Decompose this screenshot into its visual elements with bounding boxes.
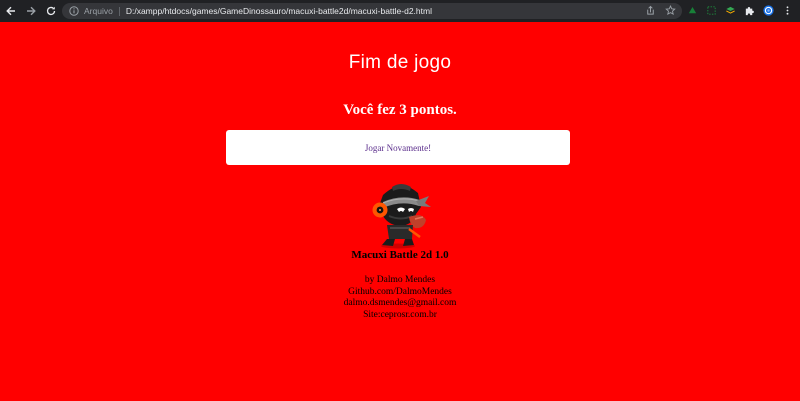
layers-extension-icon xyxy=(725,6,735,14)
credits-block: by Dalmo Mendes Github.com/DalmoMendes d… xyxy=(0,275,800,321)
extensions-button[interactable] xyxy=(743,4,755,17)
address-bar[interactable]: Arquivo D:/xampp/htdocs/games/GameDinoss… xyxy=(62,3,682,19)
credit-site: Site:ceprosr.com.br xyxy=(363,309,437,320)
arrow-left-icon xyxy=(6,6,15,16)
extension-button[interactable] xyxy=(705,4,717,17)
ninja-character-image xyxy=(372,184,431,249)
info-icon[interactable] xyxy=(69,6,79,16)
credit-author: by Dalmo Mendes xyxy=(364,275,436,285)
extensions-area xyxy=(686,4,793,17)
extension-button[interactable] xyxy=(686,4,698,17)
browser-toolbar: Arquivo D:/xampp/htdocs/games/GameDinoss… xyxy=(0,0,800,22)
reload-button[interactable] xyxy=(42,0,60,22)
arrow-right-icon xyxy=(27,6,36,16)
bookmark-star-icon[interactable] xyxy=(665,5,676,16)
dotted-square-extension-icon xyxy=(706,6,716,15)
extension-button[interactable] xyxy=(724,4,736,17)
scheme-label: Arquivo xyxy=(84,6,113,16)
game-over-heading: Fim de jogo xyxy=(348,52,452,73)
play-again-label: Jogar Novamente! xyxy=(364,142,432,153)
avatar-icon xyxy=(762,5,774,16)
credit-email: dalmo.dsmendes@gmail.com xyxy=(343,298,457,308)
credit-github: Github.com/DalmoMendes xyxy=(348,286,452,297)
forward-button[interactable] xyxy=(22,0,40,22)
reload-icon xyxy=(46,6,56,16)
url-text[interactable]: D:/xampp/htdocs/games/GameDinossauro/mac… xyxy=(126,6,432,16)
game-over-page: Fim de jogo Você fez 3 pontos. Jogar Nov… xyxy=(0,22,800,401)
address-divider xyxy=(118,6,120,16)
vertical-scrollbar[interactable] xyxy=(796,22,800,401)
game-title: Macuxi Battle 2d 1.0 xyxy=(351,249,449,261)
play-again-button[interactable]: Jogar Novamente! xyxy=(226,130,570,165)
share-icon[interactable] xyxy=(645,5,656,16)
triangle-extension-icon xyxy=(688,7,696,14)
profile-button[interactable] xyxy=(762,4,774,17)
score-text: Você fez 3 pontos. xyxy=(343,102,457,118)
menu-button[interactable] xyxy=(781,4,793,17)
back-button[interactable] xyxy=(2,0,20,22)
puzzle-icon xyxy=(745,7,754,16)
kebab-menu-icon xyxy=(786,6,788,15)
